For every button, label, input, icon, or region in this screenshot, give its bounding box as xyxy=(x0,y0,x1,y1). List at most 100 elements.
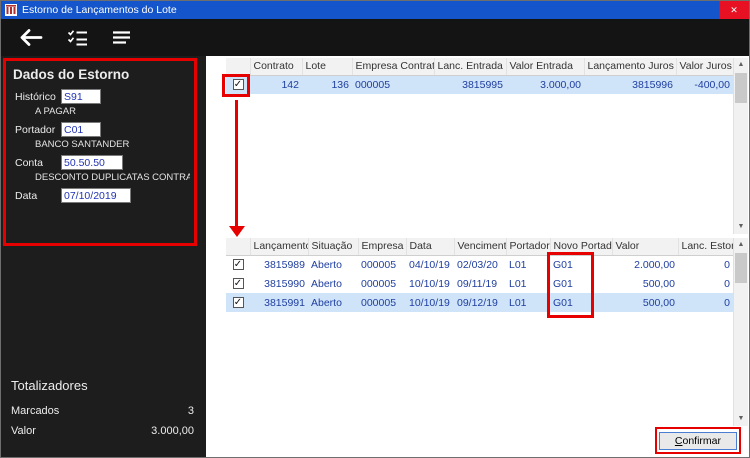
column-header[interactable]: Lote xyxy=(302,58,353,76)
back-arrow-icon xyxy=(20,29,43,46)
grid-cell: 000005 xyxy=(358,293,406,312)
column-header[interactable]: Empresa xyxy=(358,238,407,256)
marcados-row: Marcados 3 xyxy=(11,405,194,417)
app-icon xyxy=(5,4,17,16)
bottom-grid-scrollbar[interactable]: ▲ ▼ xyxy=(733,238,748,426)
row-checkbox[interactable]: ✓ xyxy=(232,259,244,271)
checklist-button[interactable] xyxy=(67,29,88,46)
table-row[interactable]: ✓ 3815989 Aberto 000005 04/10/19 02/03/20 L01 G… xyxy=(226,255,733,274)
portador-field-row: Portador xyxy=(15,122,190,137)
column-header[interactable]: Contrato xyxy=(250,58,303,76)
row-checkbox[interactable]: ✓ xyxy=(232,79,244,91)
table-row[interactable]: ✓ 142 136 000005 3815995 3.000,00 3815996 -400,… xyxy=(226,75,733,94)
grid-cell: L01 xyxy=(509,258,527,271)
valor-row: Valor 3.000,00 xyxy=(11,425,194,437)
column-header[interactable]: Valor Entrada xyxy=(506,58,585,76)
row-checkbox[interactable]: ✓ xyxy=(232,278,244,290)
grid-cell: 10/10/19 xyxy=(409,277,450,290)
column-header[interactable]: Valor Juros xyxy=(676,58,734,76)
table-row[interactable]: ✓ 3815991 Aberto 000005 10/10/19 09/12/19 L01 G… xyxy=(226,293,733,312)
grid-cell: -400,00 xyxy=(676,75,733,94)
app-window: Estorno de Lançamentos do Lote ✕ Dados d… xyxy=(0,0,750,458)
checklist-icon xyxy=(67,30,87,46)
menu-button[interactable] xyxy=(112,30,131,45)
titlebar[interactable]: Estorno de Lançamentos do Lote ✕ xyxy=(1,1,749,19)
column-header[interactable]: Empresa Contrato xyxy=(352,58,435,76)
grid-cell: 000005 xyxy=(361,258,397,271)
grid-cell: 000005 xyxy=(352,75,434,94)
column-header[interactable]: Portador xyxy=(506,238,551,256)
checkbox-cell[interactable]: ✓ xyxy=(226,75,250,94)
toolbar xyxy=(1,19,749,56)
checkbox-column-header[interactable] xyxy=(226,238,251,256)
grid-cell: 04/10/19 xyxy=(409,258,450,271)
scroll-down-icon[interactable]: ▼ xyxy=(734,220,748,234)
column-header[interactable]: Novo Portador xyxy=(550,238,613,256)
data-field-row: Data xyxy=(15,188,190,203)
portador-description: BANCO SANTANDER xyxy=(35,139,130,150)
grid-cell: 3815996 xyxy=(584,75,676,94)
totals-section: Totalizadores Marcados 3 Valor 3.000,00 xyxy=(11,378,194,445)
historico-description: A PAGAR xyxy=(35,106,77,117)
header-row: LançamentoSituaçãoEmpresaDataVencimentoP… xyxy=(226,238,734,256)
grid-cell: 10/10/19 xyxy=(406,293,454,312)
row-checkbox[interactable]: ✓ xyxy=(232,297,244,309)
scroll-up-icon[interactable]: ▲ xyxy=(734,238,748,252)
grid-cell: 3815995 xyxy=(434,75,506,94)
grid-cell: 2.000,00 xyxy=(634,258,675,271)
grid-cell: 142 xyxy=(250,75,302,94)
checkbox-cell[interactable]: ✓ xyxy=(226,293,250,312)
grid-cell: 500,00 xyxy=(612,293,678,312)
column-header[interactable]: Data xyxy=(406,238,455,256)
top-grid-scrollbar[interactable]: ▲ ▼ xyxy=(733,58,748,234)
historico-input[interactable] xyxy=(61,89,101,104)
checkbox-cell[interactable]: ✓ xyxy=(226,274,250,293)
checkbox-cell[interactable]: ✓ xyxy=(226,255,250,274)
data-label: Data xyxy=(15,189,38,202)
grid-cell: 000005 xyxy=(361,277,397,290)
grid-cell: 500,00 xyxy=(642,277,675,290)
column-header[interactable]: Vencimento xyxy=(454,238,507,256)
close-button[interactable]: ✕ xyxy=(719,1,749,19)
back-button[interactable] xyxy=(19,29,43,46)
conta-field-row: Conta xyxy=(15,155,190,170)
portador-input[interactable] xyxy=(61,122,101,137)
grid-cell: Aberto xyxy=(308,293,358,312)
table-row[interactable]: ✓ 3815990 Aberto 000005 10/10/19 09/11/19 L01 G… xyxy=(226,274,733,293)
annotation-dados-box: Dados do Estorno Histórico A PAGAR Porta… xyxy=(3,58,197,246)
grid-cell: 0 xyxy=(724,258,730,271)
historico-label: Histórico xyxy=(15,90,56,103)
scrollbar-thumb[interactable] xyxy=(735,73,747,103)
section-title: Dados do Estorno xyxy=(13,67,130,82)
conta-label: Conta xyxy=(15,156,44,169)
grid-cell: Aberto xyxy=(311,277,342,290)
window-title: Estorno de Lançamentos do Lote xyxy=(22,4,177,16)
marcados-label: Marcados xyxy=(11,405,60,417)
grid-cell: G01 xyxy=(553,258,573,271)
scrollbar-thumb[interactable] xyxy=(735,253,747,283)
contracts-grid: Contrato Lote Empresa Contrato Lanc. Entrad… xyxy=(206,58,749,234)
column-header[interactable]: Lanc. Entrada xyxy=(434,58,507,76)
grid-cell: L01 xyxy=(506,293,550,312)
totals-title: Totalizadores xyxy=(11,378,88,393)
hamburger-menu-icon xyxy=(113,31,130,44)
column-header[interactable]: Lançamento Juros xyxy=(584,58,677,76)
header-row: Contrato Lote Empresa Contrato Lanc. Entrad… xyxy=(226,58,734,76)
scroll-up-icon[interactable]: ▲ xyxy=(734,58,748,72)
data-input[interactable] xyxy=(61,188,131,203)
footer-bar: Confirmar xyxy=(206,426,749,457)
confirm-label-rest: onfirmar xyxy=(682,435,721,447)
checkbox-column-header[interactable] xyxy=(226,58,251,76)
marcados-value: 3 xyxy=(187,405,194,417)
column-header[interactable]: Situação xyxy=(308,238,359,256)
confirm-button[interactable]: Confirmar xyxy=(658,432,737,450)
valor-value: 3.000,00 xyxy=(151,425,194,437)
conta-input[interactable] xyxy=(61,155,123,170)
scroll-down-icon[interactable]: ▼ xyxy=(734,412,748,426)
column-header[interactable]: Valor xyxy=(612,238,679,256)
column-header[interactable]: Lançamento xyxy=(250,238,309,256)
column-header[interactable]: Lanc. Estorno xyxy=(678,238,734,256)
portador-label: Portador xyxy=(15,123,56,136)
main-area: Contrato Lote Empresa Contrato Lanc. Entrad… xyxy=(206,56,749,457)
grid-cell: 3815989 xyxy=(264,258,305,271)
